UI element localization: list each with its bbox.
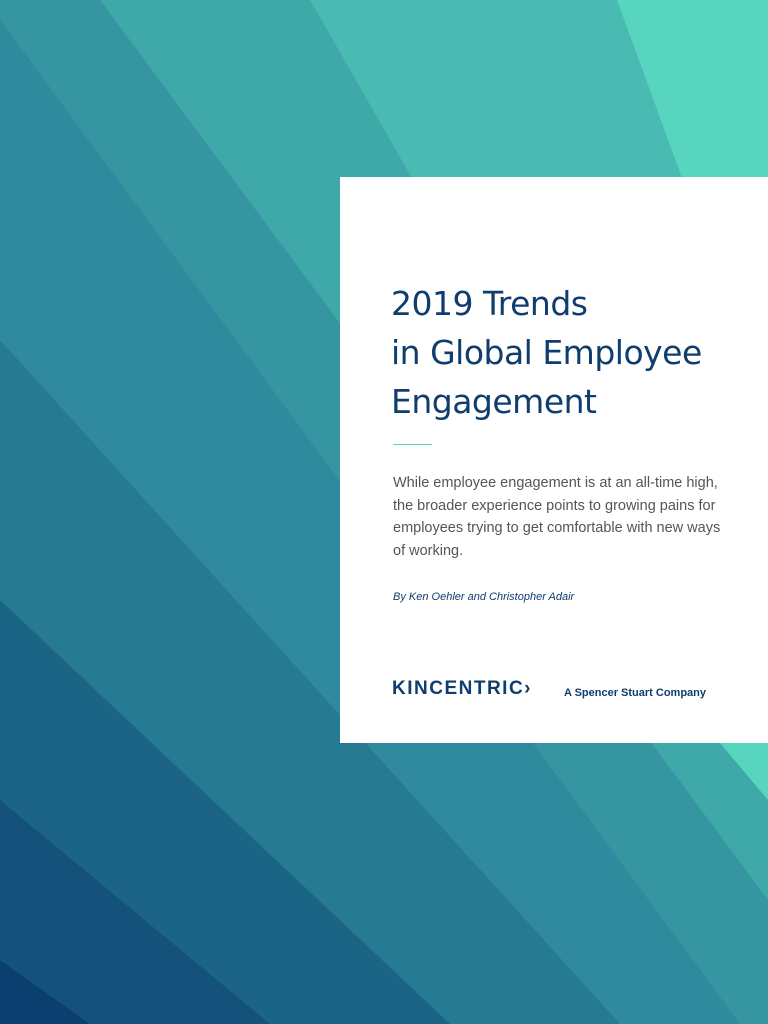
report-title: 2019 Trends in Global Employee Engagemen… — [391, 279, 702, 426]
title-line: Engagement — [391, 382, 597, 421]
kincentric-logo: KINCENTRIC› — [392, 678, 532, 699]
byline: By Ken Oehler and Christopher Adair — [393, 591, 575, 603]
report-description: While employee engagement is at an all-t… — [393, 475, 721, 559]
title-line: 2019 Trends — [391, 284, 588, 323]
cover-card: 2019 Trends in Global Employee Engagemen… — [340, 177, 768, 743]
title-line: in Global Employee — [391, 333, 702, 372]
accent-divider — [393, 444, 432, 445]
company-tagline: A Spencer Stuart Company — [564, 687, 707, 699]
